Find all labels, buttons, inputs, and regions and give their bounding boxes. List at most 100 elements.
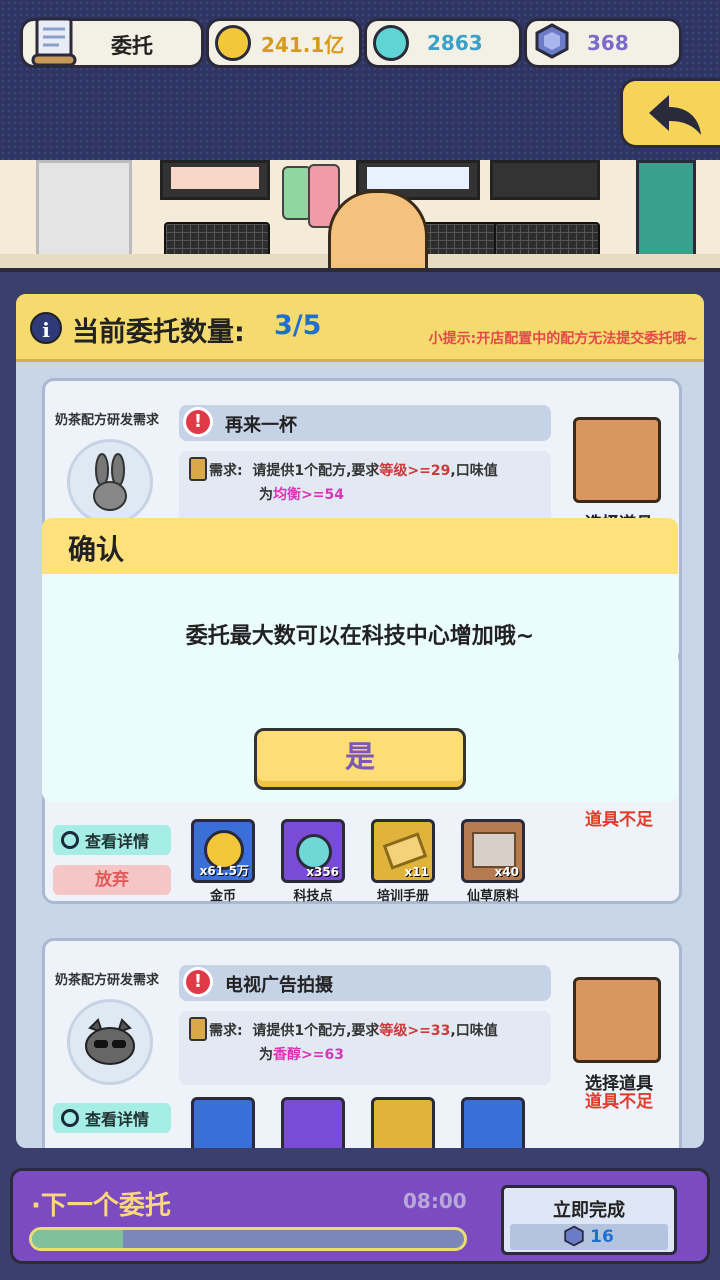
reward-name: 金币 <box>209 889 236 904</box>
reward-item[interactable] <box>191 1097 255 1148</box>
finish-cost: 16 <box>510 1224 668 1250</box>
progress-fill <box>32 1230 123 1248</box>
req-line: 请提供1个配方,要求 <box>252 1023 380 1039</box>
req-line2: 为 <box>259 1047 273 1063</box>
gold-coin-icon <box>215 25 251 61</box>
finish-cost-value: 16 <box>590 1227 614 1247</box>
back-button[interactable] <box>620 78 720 148</box>
customer-avatar <box>67 439 153 525</box>
req-level-word: 等级 <box>379 463 408 479</box>
card-type: 奶茶配方研发需求 <box>55 413 160 428</box>
info-icon: i <box>30 312 62 344</box>
tech-pill: 2863 <box>364 18 522 68</box>
insufficient-text: 道具不足 <box>585 1092 653 1112</box>
req-level-value: >=29 <box>407 463 451 479</box>
req-mid: ,口味值 <box>450 463 498 479</box>
dialog-title: 确认 <box>68 533 125 566</box>
view-details-label: 查看详情 <box>85 832 150 851</box>
req-prefix: 需求: <box>209 1023 243 1039</box>
reward-item[interactable]: x356 <box>281 819 345 883</box>
monitor <box>490 160 600 200</box>
rabbit-icon <box>93 453 127 511</box>
req-mid: ,口味值 <box>450 1023 498 1039</box>
page-title: 委托 <box>111 34 153 58</box>
req-line: 请提供1个配方,要求 <box>252 463 380 479</box>
card-title-bar: ! 再来一杯 <box>179 405 551 441</box>
confirm-dialog: 确认 委托最大数可以在科技中心增加哦~ 是 <box>42 518 678 802</box>
req-taste: 均衡 <box>273 487 301 503</box>
cat-character <box>328 190 428 268</box>
search-icon <box>61 831 79 849</box>
reward-item[interactable] <box>281 1097 345 1148</box>
card-title: 电视广告拍摄 <box>225 975 333 996</box>
next-commission-label: ·下一个委托 <box>31 1191 171 1221</box>
req-taste-value: >=63 <box>301 1047 344 1063</box>
reward-count: x11 <box>404 865 429 879</box>
select-item-button[interactable] <box>573 977 661 1063</box>
gold-pill: 241.1亿 <box>206 18 362 68</box>
requirement-text: 需求: 请提供1个配方,要求等级>=29,口味值 为均衡>=54 <box>209 459 549 507</box>
alert-icon: ! <box>183 407 213 437</box>
confirm-button[interactable]: 是 <box>254 728 466 790</box>
tech-value: 2863 <box>427 31 483 55</box>
view-details-button[interactable]: 查看详情 <box>53 1103 171 1133</box>
card-title-bar: ! 电视广告拍摄 <box>179 965 551 1001</box>
back-arrow-icon <box>649 95 701 135</box>
herb-box-icon <box>472 832 516 868</box>
reward-item[interactable]: x40 <box>461 819 525 883</box>
reward-item[interactable] <box>371 1097 435 1148</box>
view-details-label: 查看详情 <box>85 1110 150 1129</box>
req-line2: 为 <box>259 487 273 503</box>
reward-item[interactable] <box>461 1097 525 1148</box>
title-pill: 委托 <box>20 15 204 71</box>
panel-title: 当前委托数量: <box>72 317 245 348</box>
clipboard-icon <box>189 457 207 481</box>
give-up-button[interactable]: 放弃 <box>53 865 171 895</box>
select-item-button[interactable] <box>573 417 661 503</box>
insufficient-text: 道具不足 <box>585 810 653 830</box>
top-bar: 委托 241.1亿 2863 368 <box>0 0 720 160</box>
requirement-text: 需求: 请提供1个配方,要求等级>=33,口味值 为香醇>=63 <box>209 1019 549 1067</box>
reward-item[interactable]: x11 <box>371 819 435 883</box>
customer-avatar <box>67 999 153 1085</box>
scroll-icon <box>29 15 81 71</box>
req-taste: 香醇 <box>273 1047 301 1063</box>
req-taste-value: >=54 <box>301 487 344 503</box>
finish-now-label: 立即完成 <box>553 1200 625 1221</box>
panel-header: i 当前委托数量: 3/5 小提示:开店配置中的配方无法提交委托哦~ <box>16 294 704 362</box>
req-prefix: 需求: <box>209 463 243 479</box>
monitor <box>160 160 270 200</box>
commission-card: 奶茶配方研发需求 ! 电视广告拍摄 需求: 请提供1个配方,要求等级>=33,口… <box>42 938 682 1148</box>
office-scene <box>0 160 720 272</box>
next-commission-timer: 08:00 <box>403 1189 467 1213</box>
reward-count: x356 <box>306 865 339 879</box>
gem-icon <box>535 23 569 63</box>
dialog-header: 确认 <box>42 518 678 574</box>
reward-name: 培训手册 <box>376 889 429 904</box>
req-level-value: >=33 <box>407 1023 451 1039</box>
requirement-box: 需求: 请提供1个配方,要求等级>=29,口味值 为均衡>=54 <box>179 451 551 525</box>
clipboard-icon <box>189 1017 207 1041</box>
tip-text: 小提示:开店配置中的配方无法提交委托哦~ <box>428 331 698 347</box>
finish-now-button[interactable]: 立即完成 16 <box>501 1185 677 1255</box>
req-level-word: 等级 <box>379 1023 408 1039</box>
gold-value: 241.1亿 <box>261 32 345 57</box>
reward-count: x40 <box>494 865 519 879</box>
reward-name: 科技点 <box>293 889 333 904</box>
commission-count: 3/5 <box>274 310 322 341</box>
reward-name: 仙草原料 <box>466 889 519 904</box>
alert-icon: ! <box>183 967 213 997</box>
search-icon <box>61 1109 79 1127</box>
card-title: 再来一杯 <box>225 415 297 436</box>
next-commission-bar: ·下一个委托 08:00 立即完成 16 <box>10 1168 710 1264</box>
card-type: 奶茶配方研发需求 <box>55 973 160 988</box>
gem-value: 368 <box>587 31 629 55</box>
gem-pill: 368 <box>524 18 682 68</box>
view-details-button[interactable]: 查看详情 <box>53 825 171 855</box>
cat-icon <box>85 1018 135 1065</box>
gem-icon <box>564 1225 584 1247</box>
progress-bar <box>29 1227 467 1251</box>
reward-item[interactable]: x61.5万 <box>191 819 255 883</box>
reward-count: x61.5万 <box>199 864 249 878</box>
tech-flask-icon <box>373 25 409 61</box>
